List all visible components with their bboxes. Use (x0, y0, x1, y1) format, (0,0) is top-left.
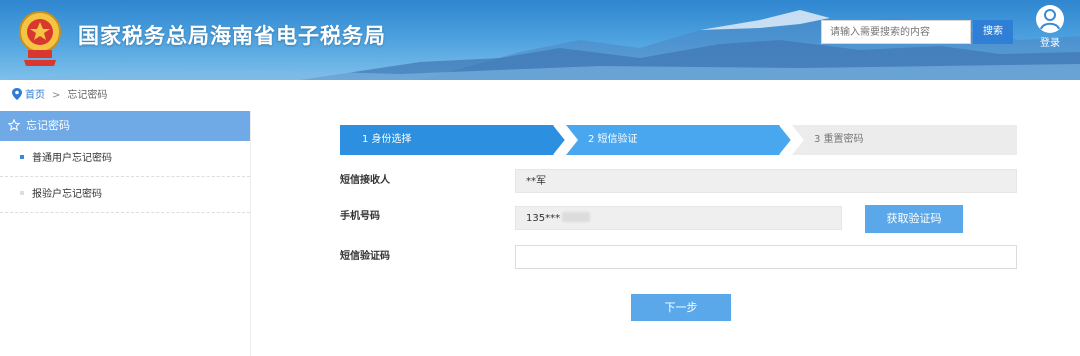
step-3-label: 3 重置密码 (814, 134, 864, 145)
search-input[interactable] (821, 20, 971, 44)
user-icon (1036, 5, 1064, 33)
recipient-field: **军 (515, 169, 1017, 193)
phone-field: 135*** (515, 206, 842, 230)
step-2-label: 2 短信验证 (588, 134, 638, 145)
sidebar-title: 忘记密码 (26, 119, 70, 132)
breadcrumb-separator: > (52, 90, 61, 101)
login-label: 登录 (1040, 38, 1060, 49)
bullet-icon (20, 191, 24, 195)
breadcrumb-home-link[interactable]: 首页 (25, 90, 45, 101)
phone-value: 135*** (526, 213, 561, 224)
breadcrumb-current: 忘记密码 (67, 90, 108, 101)
location-pin-icon (12, 88, 22, 100)
sidebar-item-inspection-user[interactable]: 报验户忘记密码 (0, 177, 250, 213)
sidebar-item-normal-user[interactable]: 普通用户忘记密码 (0, 141, 250, 177)
tax-emblem-logo (14, 8, 66, 70)
login-button[interactable]: 登录 (1028, 4, 1072, 56)
get-code-button[interactable]: 获取验证码 (865, 205, 963, 233)
search-button[interactable]: 搜索 (973, 20, 1013, 44)
sidebar: 忘记密码 普通用户忘记密码 报验户忘记密码 (0, 111, 251, 356)
step-progress: 1 身份选择 2 短信验证 3 重置密码 (340, 125, 1017, 155)
recipient-value: **军 (526, 176, 546, 187)
recipient-label: 短信接收人 (340, 175, 390, 186)
star-icon (8, 119, 20, 131)
sms-code-label: 短信验证码 (340, 251, 390, 262)
bullet-icon (20, 155, 24, 159)
site-header: 国家税务总局海南省电子税务局 搜索 登录 (0, 0, 1080, 80)
sidebar-item-label: 普通用户忘记密码 (32, 153, 112, 164)
masked-digits (562, 212, 591, 222)
sidebar-header: 忘记密码 (0, 111, 250, 141)
step-1-label: 1 身份选择 (362, 134, 412, 145)
sidebar-item-label: 报验户忘记密码 (32, 189, 102, 200)
sms-code-input[interactable] (515, 245, 1017, 269)
phone-label: 手机号码 (340, 211, 380, 222)
breadcrumb: 首页 > 忘记密码 (12, 88, 107, 104)
next-step-button[interactable]: 下一步 (631, 294, 731, 321)
site-title: 国家税务总局海南省电子税务局 (78, 24, 386, 48)
